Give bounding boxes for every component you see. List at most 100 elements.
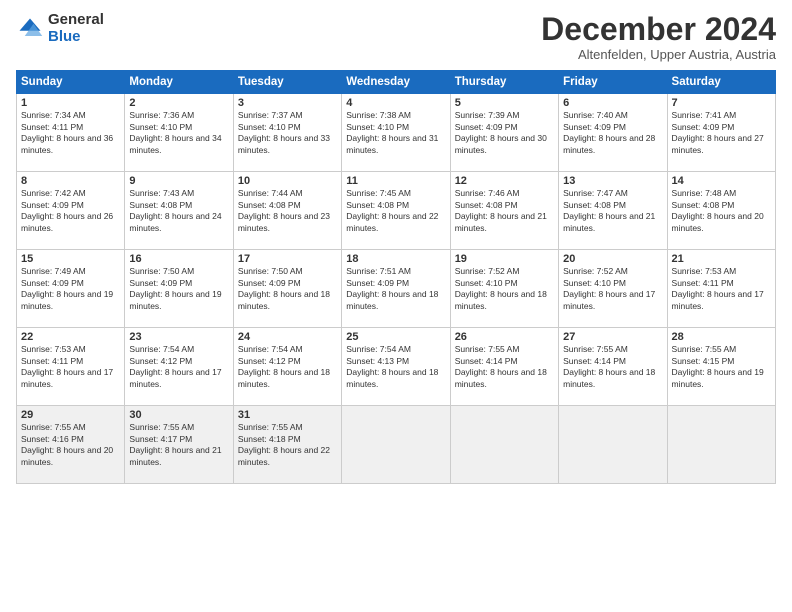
logo-blue: Blue bbox=[48, 29, 104, 46]
cell-info: Sunrise: 7:52 AMSunset: 4:10 PMDaylight:… bbox=[455, 266, 547, 310]
calendar-cell: 26Sunrise: 7:55 AMSunset: 4:14 PMDayligh… bbox=[450, 328, 558, 406]
cell-info: Sunrise: 7:55 AMSunset: 4:16 PMDaylight:… bbox=[21, 422, 113, 466]
week-row-5: 29Sunrise: 7:55 AMSunset: 4:16 PMDayligh… bbox=[17, 406, 776, 484]
cell-info: Sunrise: 7:44 AMSunset: 4:08 PMDaylight:… bbox=[238, 188, 330, 232]
day-number: 12 bbox=[455, 175, 554, 187]
cell-info: Sunrise: 7:50 AMSunset: 4:09 PMDaylight:… bbox=[129, 266, 221, 310]
cell-info: Sunrise: 7:39 AMSunset: 4:09 PMDaylight:… bbox=[455, 110, 547, 154]
cell-info: Sunrise: 7:52 AMSunset: 4:10 PMDaylight:… bbox=[563, 266, 655, 310]
calendar-cell: 17Sunrise: 7:50 AMSunset: 4:09 PMDayligh… bbox=[233, 250, 341, 328]
day-number: 9 bbox=[129, 175, 228, 187]
cell-info: Sunrise: 7:34 AMSunset: 4:11 PMDaylight:… bbox=[21, 110, 113, 154]
day-number: 29 bbox=[21, 409, 120, 421]
day-number: 1 bbox=[21, 97, 120, 109]
day-number: 5 bbox=[455, 97, 554, 109]
cell-info: Sunrise: 7:54 AMSunset: 4:12 PMDaylight:… bbox=[129, 344, 221, 388]
calendar-cell: 21Sunrise: 7:53 AMSunset: 4:11 PMDayligh… bbox=[667, 250, 775, 328]
cell-info: Sunrise: 7:47 AMSunset: 4:08 PMDaylight:… bbox=[563, 188, 655, 232]
cell-info: Sunrise: 7:54 AMSunset: 4:12 PMDaylight:… bbox=[238, 344, 330, 388]
cell-info: Sunrise: 7:53 AMSunset: 4:11 PMDaylight:… bbox=[21, 344, 113, 388]
location-subtitle: Altenfelden, Upper Austria, Austria bbox=[541, 47, 776, 62]
week-row-4: 22Sunrise: 7:53 AMSunset: 4:11 PMDayligh… bbox=[17, 328, 776, 406]
day-number: 24 bbox=[238, 331, 337, 343]
day-number: 27 bbox=[563, 331, 662, 343]
calendar-page: General Blue December 2024 Altenfelden, … bbox=[0, 0, 792, 612]
calendar-cell: 2Sunrise: 7:36 AMSunset: 4:10 PMDaylight… bbox=[125, 94, 233, 172]
calendar-cell: 24Sunrise: 7:54 AMSunset: 4:12 PMDayligh… bbox=[233, 328, 341, 406]
calendar-cell bbox=[342, 406, 450, 484]
day-number: 25 bbox=[346, 331, 445, 343]
cell-info: Sunrise: 7:50 AMSunset: 4:09 PMDaylight:… bbox=[238, 266, 330, 310]
cell-info: Sunrise: 7:37 AMSunset: 4:10 PMDaylight:… bbox=[238, 110, 330, 154]
cell-info: Sunrise: 7:42 AMSunset: 4:09 PMDaylight:… bbox=[21, 188, 113, 232]
calendar-cell: 19Sunrise: 7:52 AMSunset: 4:10 PMDayligh… bbox=[450, 250, 558, 328]
logo-icon bbox=[16, 15, 44, 43]
col-header-sunday: Sunday bbox=[17, 71, 125, 94]
calendar-cell: 29Sunrise: 7:55 AMSunset: 4:16 PMDayligh… bbox=[17, 406, 125, 484]
day-number: 4 bbox=[346, 97, 445, 109]
calendar-cell: 30Sunrise: 7:55 AMSunset: 4:17 PMDayligh… bbox=[125, 406, 233, 484]
calendar-cell: 11Sunrise: 7:45 AMSunset: 4:08 PMDayligh… bbox=[342, 172, 450, 250]
month-title: December 2024 bbox=[541, 12, 776, 47]
cell-info: Sunrise: 7:53 AMSunset: 4:11 PMDaylight:… bbox=[672, 266, 764, 310]
cell-info: Sunrise: 7:55 AMSunset: 4:14 PMDaylight:… bbox=[455, 344, 547, 388]
day-number: 21 bbox=[672, 253, 771, 265]
day-number: 23 bbox=[129, 331, 228, 343]
day-number: 20 bbox=[563, 253, 662, 265]
calendar-cell: 23Sunrise: 7:54 AMSunset: 4:12 PMDayligh… bbox=[125, 328, 233, 406]
calendar-table: SundayMondayTuesdayWednesdayThursdayFrid… bbox=[16, 70, 776, 484]
day-number: 17 bbox=[238, 253, 337, 265]
calendar-cell bbox=[667, 406, 775, 484]
day-number: 30 bbox=[129, 409, 228, 421]
calendar-cell: 31Sunrise: 7:55 AMSunset: 4:18 PMDayligh… bbox=[233, 406, 341, 484]
cell-info: Sunrise: 7:55 AMSunset: 4:18 PMDaylight:… bbox=[238, 422, 330, 466]
calendar-cell: 16Sunrise: 7:50 AMSunset: 4:09 PMDayligh… bbox=[125, 250, 233, 328]
day-number: 22 bbox=[21, 331, 120, 343]
col-header-thursday: Thursday bbox=[450, 71, 558, 94]
calendar-cell: 1Sunrise: 7:34 AMSunset: 4:11 PMDaylight… bbox=[17, 94, 125, 172]
day-number: 28 bbox=[672, 331, 771, 343]
calendar-cell: 5Sunrise: 7:39 AMSunset: 4:09 PMDaylight… bbox=[450, 94, 558, 172]
week-row-1: 1Sunrise: 7:34 AMSunset: 4:11 PMDaylight… bbox=[17, 94, 776, 172]
cell-info: Sunrise: 7:55 AMSunset: 4:17 PMDaylight:… bbox=[129, 422, 221, 466]
day-number: 18 bbox=[346, 253, 445, 265]
day-number: 8 bbox=[21, 175, 120, 187]
day-number: 16 bbox=[129, 253, 228, 265]
header-row: SundayMondayTuesdayWednesdayThursdayFrid… bbox=[17, 71, 776, 94]
col-header-saturday: Saturday bbox=[667, 71, 775, 94]
calendar-cell: 9Sunrise: 7:43 AMSunset: 4:08 PMDaylight… bbox=[125, 172, 233, 250]
cell-info: Sunrise: 7:55 AMSunset: 4:15 PMDaylight:… bbox=[672, 344, 764, 388]
day-number: 31 bbox=[238, 409, 337, 421]
calendar-cell: 28Sunrise: 7:55 AMSunset: 4:15 PMDayligh… bbox=[667, 328, 775, 406]
week-row-2: 8Sunrise: 7:42 AMSunset: 4:09 PMDaylight… bbox=[17, 172, 776, 250]
calendar-cell: 4Sunrise: 7:38 AMSunset: 4:10 PMDaylight… bbox=[342, 94, 450, 172]
day-number: 3 bbox=[238, 97, 337, 109]
cell-info: Sunrise: 7:55 AMSunset: 4:14 PMDaylight:… bbox=[563, 344, 655, 388]
calendar-cell: 6Sunrise: 7:40 AMSunset: 4:09 PMDaylight… bbox=[559, 94, 667, 172]
day-number: 15 bbox=[21, 253, 120, 265]
day-number: 11 bbox=[346, 175, 445, 187]
day-number: 6 bbox=[563, 97, 662, 109]
logo: General Blue bbox=[16, 12, 104, 45]
col-header-monday: Monday bbox=[125, 71, 233, 94]
calendar-cell bbox=[559, 406, 667, 484]
calendar-cell: 25Sunrise: 7:54 AMSunset: 4:13 PMDayligh… bbox=[342, 328, 450, 406]
header: General Blue December 2024 Altenfelden, … bbox=[16, 12, 776, 62]
day-number: 7 bbox=[672, 97, 771, 109]
day-number: 14 bbox=[672, 175, 771, 187]
week-row-3: 15Sunrise: 7:49 AMSunset: 4:09 PMDayligh… bbox=[17, 250, 776, 328]
title-block: December 2024 Altenfelden, Upper Austria… bbox=[541, 12, 776, 62]
calendar-cell: 13Sunrise: 7:47 AMSunset: 4:08 PMDayligh… bbox=[559, 172, 667, 250]
cell-info: Sunrise: 7:40 AMSunset: 4:09 PMDaylight:… bbox=[563, 110, 655, 154]
cell-info: Sunrise: 7:46 AMSunset: 4:08 PMDaylight:… bbox=[455, 188, 547, 232]
cell-info: Sunrise: 7:54 AMSunset: 4:13 PMDaylight:… bbox=[346, 344, 438, 388]
calendar-cell: 10Sunrise: 7:44 AMSunset: 4:08 PMDayligh… bbox=[233, 172, 341, 250]
calendar-cell: 15Sunrise: 7:49 AMSunset: 4:09 PMDayligh… bbox=[17, 250, 125, 328]
cell-info: Sunrise: 7:38 AMSunset: 4:10 PMDaylight:… bbox=[346, 110, 438, 154]
cell-info: Sunrise: 7:48 AMSunset: 4:08 PMDaylight:… bbox=[672, 188, 764, 232]
calendar-cell: 22Sunrise: 7:53 AMSunset: 4:11 PMDayligh… bbox=[17, 328, 125, 406]
cell-info: Sunrise: 7:36 AMSunset: 4:10 PMDaylight:… bbox=[129, 110, 221, 154]
col-header-tuesday: Tuesday bbox=[233, 71, 341, 94]
calendar-cell bbox=[450, 406, 558, 484]
day-number: 13 bbox=[563, 175, 662, 187]
